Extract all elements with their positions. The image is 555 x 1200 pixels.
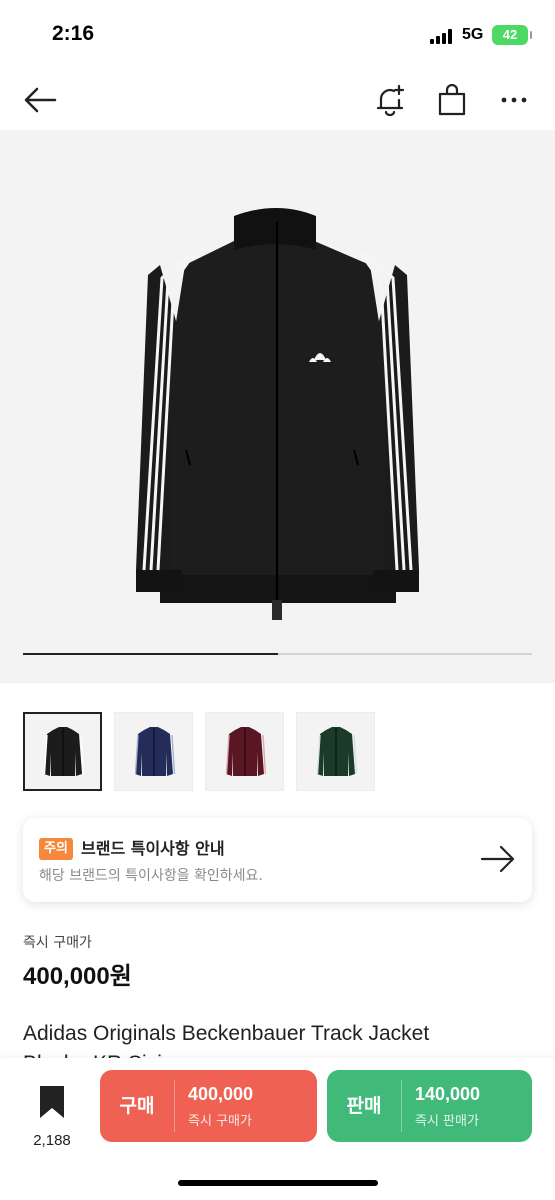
nav-bar — [0, 70, 555, 130]
color-thumbnails — [23, 712, 375, 792]
sell-button[interactable]: 판매 140,000 즉시 판매가 — [327, 1070, 532, 1142]
thumbnail-navy[interactable] — [114, 712, 193, 791]
sell-divider — [401, 1080, 402, 1132]
signal-icon — [430, 28, 456, 44]
arrow-right-icon — [480, 845, 515, 873]
notice-description: 해당 브랜드의 특이사항을 확인하세요. — [39, 868, 263, 884]
bag-button[interactable] — [432, 80, 472, 120]
arrow-left-icon — [24, 87, 57, 113]
status-time: 2:16 — [52, 22, 95, 45]
thumbnail-jacket-image — [43, 726, 84, 776]
thumbnail-jacket-image — [316, 726, 357, 776]
sell-label: 판매 — [346, 1095, 382, 1117]
bookmark-icon — [40, 1086, 64, 1118]
thumbnail-jacket-image — [134, 726, 175, 776]
more-dots-icon — [501, 97, 527, 103]
image-progress-fill — [23, 653, 278, 655]
notice-title: 브랜드 특이사항 안내 — [81, 839, 225, 858]
buy-divider — [174, 1080, 175, 1132]
back-button[interactable] — [20, 80, 60, 120]
wish-button[interactable]: 2,188 — [22, 1078, 82, 1149]
more-button[interactable] — [494, 80, 534, 120]
price-label: 즉시 구매가 — [23, 935, 92, 951]
price-value: 400,000원 — [23, 963, 132, 990]
buy-label: 구매 — [119, 1095, 155, 1117]
alert-button[interactable] — [370, 80, 410, 120]
product-name: Adidas Originals Beckenbauer Track Jacke… — [23, 1022, 430, 1045]
buy-button[interactable]: 구매 400,000 즉시 구매가 — [100, 1070, 317, 1142]
notice-badge: 주의 — [39, 838, 73, 860]
status-bar: 2:16 5G 42 — [0, 0, 555, 70]
buy-price: 400,000 — [188, 1084, 254, 1104]
image-progress-bar — [23, 653, 532, 655]
home-indicator — [178, 1180, 378, 1186]
buy-sublabel: 즉시 구매가 — [188, 1114, 252, 1129]
battery-icon: 42 — [492, 25, 532, 45]
product-image — [136, 208, 419, 620]
battery-level: 42 — [502, 27, 518, 42]
bottom-action-bar: 2,188 구매 400,000 즉시 구매가 판매 140,000 즉시 판매… — [0, 1058, 555, 1200]
product-image-carousel[interactable] — [0, 130, 555, 683]
thumbnail-jacket-image — [225, 726, 266, 776]
sell-sublabel: 즉시 판매가 — [415, 1114, 479, 1129]
wish-count: 2,188 — [33, 1132, 71, 1149]
sell-price: 140,000 — [415, 1084, 481, 1104]
shopping-bag-icon — [438, 84, 466, 116]
brand-notice-card[interactable]: 주의 브랜드 특이사항 안내 해당 브랜드의 특이사항을 확인하세요. — [23, 818, 532, 902]
network-label: 5G — [462, 26, 484, 43]
bell-plus-icon — [376, 84, 405, 117]
thumbnail-burgundy[interactable] — [205, 712, 284, 791]
thumbnail-black[interactable] — [23, 712, 102, 791]
thumbnail-green[interactable] — [296, 712, 375, 791]
